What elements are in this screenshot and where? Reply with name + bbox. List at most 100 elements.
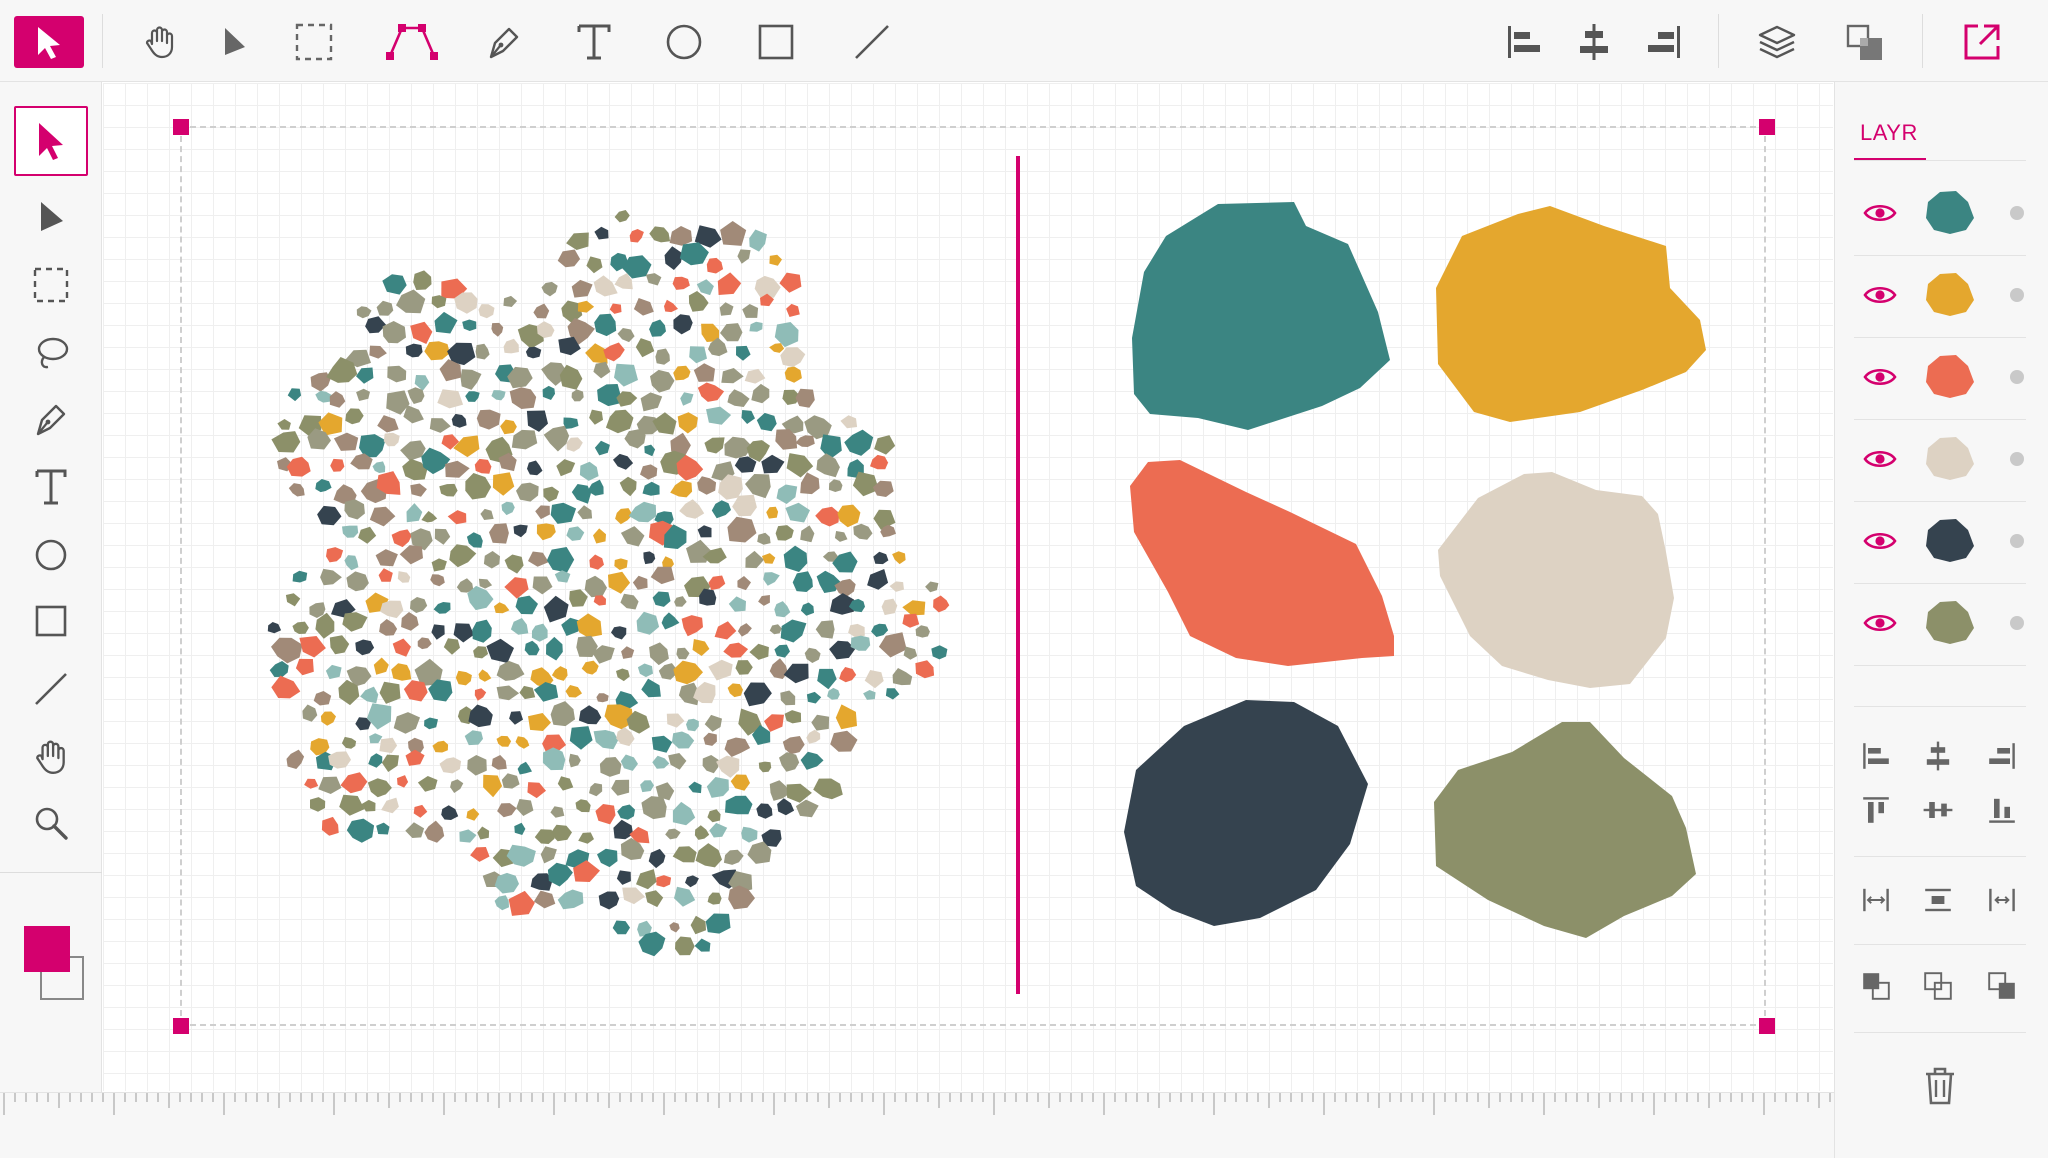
mosaic-chip <box>599 757 622 777</box>
side-zoom-tool-button[interactable] <box>26 798 76 848</box>
layer-status-dot[interactable] <box>2010 206 2024 220</box>
visibility-eye-icon[interactable] <box>1860 360 1900 394</box>
mosaic-chip <box>706 257 724 274</box>
layer-row[interactable] <box>1854 422 2026 502</box>
layer-status-dot[interactable] <box>2010 452 2024 466</box>
mosaic-chip <box>761 553 776 564</box>
send-backward-button[interactable] <box>1918 966 1958 1006</box>
hand-tool-button[interactable] <box>136 18 184 66</box>
panel-align-top-button[interactable] <box>1856 790 1896 830</box>
align-left-button[interactable] <box>1502 20 1546 64</box>
visibility-eye-icon[interactable] <box>1860 524 1900 558</box>
align-center-button[interactable] <box>1572 20 1616 64</box>
beige-shape[interactable] <box>1438 472 1674 688</box>
rectangle-tool-button[interactable] <box>752 18 800 66</box>
mosaic-chip <box>344 499 365 520</box>
align-right-button[interactable] <box>1642 20 1686 64</box>
side-hand-tool-button[interactable] <box>26 732 76 782</box>
visibility-eye-icon[interactable] <box>1860 196 1900 230</box>
panel-align-left-button[interactable] <box>1856 736 1896 776</box>
mosaic-chip <box>375 549 398 567</box>
layer-row[interactable] <box>1854 586 2026 666</box>
mosaic-chip <box>870 454 889 470</box>
terrazzo-mosaic-artwork[interactable] <box>230 180 960 980</box>
selection-handle-top-left[interactable] <box>173 119 189 135</box>
mosaic-chip <box>813 778 843 800</box>
mosaic-chip <box>430 574 445 587</box>
mosaic-chip <box>475 343 490 360</box>
olive-shape[interactable] <box>1434 722 1696 938</box>
teal-shape[interactable] <box>1132 202 1390 430</box>
yellow-shape[interactable] <box>1436 206 1706 422</box>
mosaic-chip <box>645 273 662 286</box>
panel-align-middle-button[interactable] <box>1918 790 1958 830</box>
mosaic-chip <box>704 714 722 732</box>
layer-row[interactable] <box>1854 176 2026 256</box>
mosaic-chip <box>878 632 907 658</box>
mosaic-chip <box>313 691 332 706</box>
horizontal-ruler[interactable] <box>0 1092 1834 1158</box>
side-rectangle-tool-button[interactable] <box>26 596 76 646</box>
layer-status-dot[interactable] <box>2010 616 2024 630</box>
side-lasso-tool-button[interactable] <box>26 328 76 378</box>
mosaic-chip <box>413 270 432 290</box>
mosaic-chip <box>356 306 372 319</box>
panel-align-right-button[interactable] <box>1982 736 2022 776</box>
side-marquee-tool-button[interactable] <box>26 260 76 310</box>
side-select-tool-button[interactable] <box>14 106 88 176</box>
layer-row[interactable] <box>1854 340 2026 420</box>
pen-tool-button[interactable] <box>480 18 528 66</box>
bezier-path-tool-button[interactable] <box>384 18 440 66</box>
layer-status-dot[interactable] <box>2010 288 2024 302</box>
selection-handle-top-right[interactable] <box>1759 119 1775 135</box>
bring-to-front-button[interactable] <box>1982 966 2022 1006</box>
mosaic-chip <box>815 620 835 639</box>
bring-forward-button[interactable] <box>1856 966 1896 1006</box>
panel-align-center-button[interactable] <box>1918 736 1958 776</box>
navy-shape[interactable] <box>1124 700 1368 926</box>
arrange-button[interactable] <box>1842 20 1888 66</box>
mosaic-chip <box>410 321 433 344</box>
mosaic-chip <box>453 435 480 458</box>
delete-button[interactable] <box>1918 1062 1962 1110</box>
marquee-tool-button[interactable] <box>290 18 338 66</box>
mosaic-chip <box>633 298 654 316</box>
side-line-tool-button[interactable] <box>26 664 76 714</box>
mosaic-chip <box>557 889 584 910</box>
layers-tab[interactable]: LAYR <box>1860 120 1918 146</box>
side-ellipse-tool-button[interactable] <box>26 530 76 580</box>
direct-select-tool-button[interactable] <box>210 18 258 66</box>
mosaic-chip <box>741 410 755 424</box>
coral-shape[interactable] <box>1130 460 1394 666</box>
mosaic-chip <box>806 691 822 704</box>
visibility-eye-icon[interactable] <box>1860 442 1900 476</box>
layer-row[interactable] <box>1854 504 2026 584</box>
vertical-guide-line[interactable] <box>1016 156 1020 994</box>
layers-button[interactable] <box>1754 20 1800 66</box>
selection-handle-bottom-left[interactable] <box>173 1018 189 1034</box>
line-tool-button[interactable] <box>848 18 896 66</box>
mosaic-chip <box>706 406 732 425</box>
export-button[interactable] <box>1958 18 2006 66</box>
side-text-tool-button[interactable] <box>26 462 76 512</box>
distribute-horizontal-button[interactable] <box>1856 880 1896 920</box>
mosaic-chip <box>496 660 525 681</box>
layer-status-dot[interactable] <box>2010 534 2024 548</box>
layer-status-dot[interactable] <box>2010 370 2024 384</box>
text-tool-button[interactable] <box>570 18 618 66</box>
side-pen-tool-button[interactable] <box>26 394 76 444</box>
ellipse-tool-button[interactable] <box>660 18 708 66</box>
fill-color-swatch[interactable] <box>24 926 70 972</box>
distribute-center-button[interactable] <box>1918 880 1958 920</box>
hand-icon <box>145 26 174 59</box>
mosaic-chip <box>271 637 303 664</box>
panel-align-bottom-button[interactable] <box>1982 790 2022 830</box>
mosaic-chip <box>864 670 884 689</box>
layer-row[interactable] <box>1854 258 2026 338</box>
selection-handle-bottom-right[interactable] <box>1759 1018 1775 1034</box>
visibility-eye-icon[interactable] <box>1860 278 1900 312</box>
distribute-spacing-button[interactable] <box>1982 880 2022 920</box>
visibility-eye-icon[interactable] <box>1860 606 1900 640</box>
select-tool-button[interactable] <box>14 16 84 68</box>
side-direct-select-tool-button[interactable] <box>26 192 76 242</box>
